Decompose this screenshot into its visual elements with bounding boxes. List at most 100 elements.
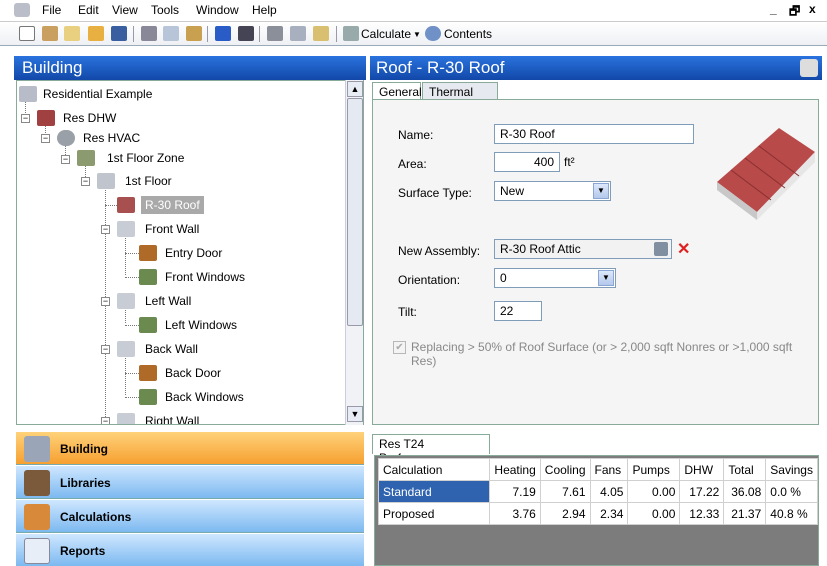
area-field[interactable]: 400: [494, 152, 560, 172]
roof-header-icon: [800, 59, 818, 77]
cut-icon[interactable]: [141, 26, 157, 41]
menu-help[interactable]: Help: [252, 3, 277, 17]
menu-window[interactable]: Window: [196, 3, 239, 17]
chevron-down-icon[interactable]: ▼: [593, 183, 609, 199]
scroll-down-button[interactable]: ▼: [347, 406, 363, 422]
column-header: Heating: [489, 458, 541, 481]
calculate-dropdown-icon[interactable]: ▼: [413, 30, 421, 39]
scroll-thumb[interactable]: [347, 98, 363, 326]
tree-node-label: R-30 Roof: [141, 196, 204, 214]
menu-tools[interactable]: Tools: [151, 3, 179, 17]
wall-icon: [117, 413, 135, 424]
table-cell: Proposed: [377, 502, 491, 525]
library-browse-icon[interactable]: [654, 242, 668, 256]
toolbar: Calculate ▼ Contents: [0, 22, 827, 46]
replacing-label: Replacing > 50% of Roof Surface (or > 2,…: [411, 340, 793, 368]
find-icon[interactable]: [238, 26, 254, 41]
collapse-toggle[interactable]: −: [61, 155, 70, 164]
tree-line: [125, 277, 139, 278]
toolbar-separator: [133, 26, 134, 42]
minimize-button[interactable]: _: [770, 2, 777, 16]
menu-file[interactable]: File: [42, 3, 61, 17]
door-icon: [139, 245, 157, 261]
tree-node-label: Back Door: [165, 366, 222, 380]
name-field[interactable]: R-30 Roof: [494, 124, 694, 144]
scroll-up-button[interactable]: ▲: [347, 81, 363, 97]
nav-reports[interactable]: Reports: [16, 534, 364, 566]
copy-icon[interactable]: [163, 26, 179, 41]
restore-button[interactable]: 🗗: [789, 2, 800, 23]
contents-button[interactable]: Contents: [444, 27, 492, 41]
nav-label: Calculations: [60, 510, 132, 524]
replacing-checkbox[interactable]: ✔: [393, 341, 406, 354]
area-label: Area:: [398, 157, 427, 171]
collapse-toggle[interactable]: −: [101, 345, 110, 354]
tab-res-t24-performance[interactable]: Res T24 Performance: [372, 434, 490, 465]
table-cell: 2.34: [589, 502, 629, 525]
report-icon[interactable]: [313, 26, 329, 41]
open-icon[interactable]: [88, 26, 104, 41]
building-panel-title: Building: [14, 56, 366, 80]
open-project-icon[interactable]: [42, 26, 58, 41]
area-unit: ft²: [564, 155, 575, 169]
roof-illustration: [717, 128, 815, 220]
nav-building[interactable]: Building: [16, 432, 364, 465]
tree-node-label: Front Windows: [165, 270, 246, 284]
calculator-icon[interactable]: [343, 26, 359, 41]
name-label: Name:: [398, 128, 434, 142]
help-icon[interactable]: [425, 26, 441, 41]
orientation-value: 0: [500, 271, 507, 285]
collapse-toggle[interactable]: −: [101, 417, 110, 424]
nav-label: Building: [60, 442, 108, 456]
menu-edit[interactable]: Edit: [78, 3, 99, 17]
collapse-toggle[interactable]: −: [41, 134, 50, 143]
water-heater-icon: [37, 110, 55, 126]
nav-libraries[interactable]: Libraries: [16, 466, 364, 499]
new-icon[interactable]: [19, 26, 35, 41]
tilt-field[interactable]: 22: [494, 301, 542, 321]
tree-scrollbar[interactable]: ▲ ▼: [345, 80, 363, 425]
table-cell: 7.61: [539, 480, 591, 503]
tree-node-label: 1st Floor Zone: [107, 151, 185, 165]
table-cell: 17.22: [679, 480, 725, 503]
building-icon: [24, 436, 50, 462]
save-icon[interactable]: [111, 26, 127, 41]
close-button[interactable]: x: [809, 2, 816, 16]
collapse-toggle[interactable]: −: [101, 297, 110, 306]
print-preview-icon[interactable]: [290, 26, 306, 41]
assembly-value: R-30 Roof Attic: [500, 242, 581, 256]
app-icon[interactable]: [14, 3, 30, 17]
table-row[interactable]: Standard 7.19 7.61 4.05 0.00 17.22 36.08…: [377, 480, 818, 503]
orientation-select[interactable]: 0 ▼: [494, 268, 616, 288]
menu-view[interactable]: View: [112, 3, 138, 17]
menu-bar: File Edit View Tools Window Help _ 🗗 x: [0, 0, 827, 22]
print-icon[interactable]: [267, 26, 283, 41]
wall-icon: [117, 293, 135, 309]
collapse-toggle[interactable]: −: [101, 225, 110, 234]
books-icon: [24, 470, 50, 496]
chevron-down-icon[interactable]: ▼: [598, 270, 614, 286]
new-folder-icon[interactable]: [64, 26, 80, 41]
door-icon: [139, 365, 157, 381]
surface-type-select[interactable]: New ▼: [494, 181, 611, 201]
tree-node-label: Back Wall: [145, 342, 198, 356]
calculator-icon: [24, 504, 50, 530]
clear-assembly-icon[interactable]: ✕: [677, 239, 690, 259]
undo-icon[interactable]: [215, 26, 231, 41]
nav-calculations[interactable]: Calculations: [16, 500, 364, 533]
tree-node-label: Front Wall: [145, 222, 200, 236]
collapse-toggle[interactable]: −: [21, 114, 30, 123]
floor-icon: [97, 173, 115, 189]
collapse-toggle[interactable]: −: [81, 177, 90, 186]
table-cell: 0.00: [627, 502, 681, 525]
tree-node-label: Right Wall: [145, 414, 200, 425]
paste-icon[interactable]: [186, 26, 202, 41]
tab-thermal-mass[interactable]: Thermal Mass: [422, 82, 498, 113]
table-row[interactable]: Proposed 3.76 2.94 2.34 0.00 12.33 21.37…: [377, 502, 818, 525]
tree-node-label: Res DHW: [63, 111, 117, 125]
column-header: Total: [723, 458, 767, 481]
table-cell: 0.0 %: [765, 480, 818, 503]
calculate-button[interactable]: Calculate: [361, 27, 411, 41]
tree-node-label: 1st Floor: [125, 174, 172, 188]
assembly-field[interactable]: R-30 Roof Attic: [494, 239, 672, 259]
